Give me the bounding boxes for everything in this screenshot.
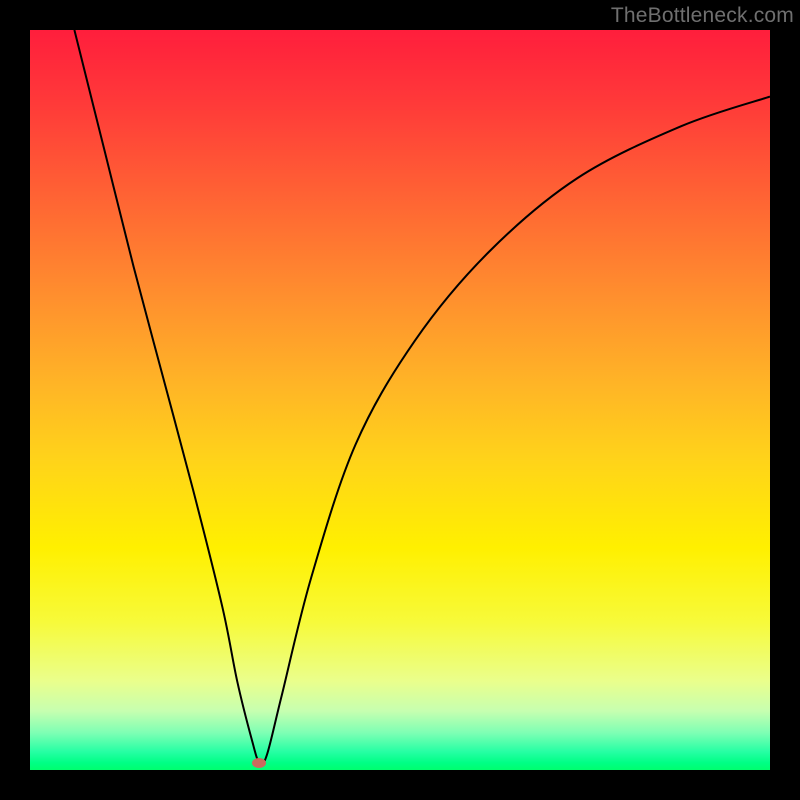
bottleneck-curve <box>30 30 770 770</box>
chart-frame: TheBottleneck.com <box>0 0 800 800</box>
plot-area <box>30 30 770 770</box>
optimum-marker <box>252 758 266 768</box>
curve-path <box>74 30 770 764</box>
watermark-text: TheBottleneck.com <box>611 4 794 28</box>
